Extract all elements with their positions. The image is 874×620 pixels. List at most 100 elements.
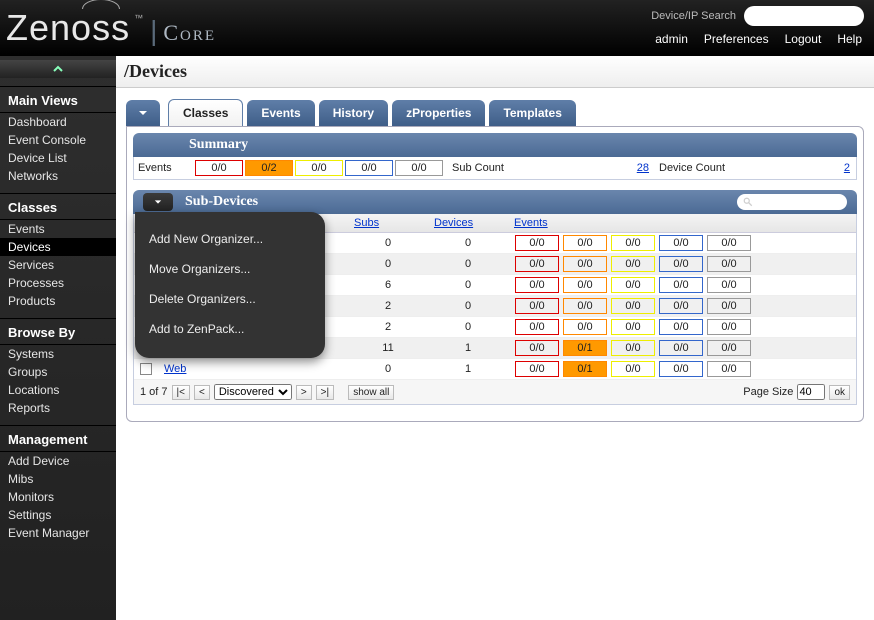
sidebar-item-add-device[interactable]: Add Device — [0, 452, 116, 470]
row-ev-1[interactable]: 0/0 — [563, 277, 607, 293]
pager-prev[interactable]: < — [194, 385, 210, 400]
row-ev-4[interactable]: 0/0 — [707, 298, 751, 314]
sidebar-item-settings[interactable]: Settings — [0, 506, 116, 524]
sidebar-item-networks[interactable]: Networks — [0, 167, 116, 185]
row-ev-4[interactable]: 0/0 — [707, 361, 751, 377]
row-ev-2[interactable]: 0/0 — [611, 319, 655, 335]
pager-select[interactable]: Discovered — [214, 384, 292, 400]
row-ev-1[interactable]: 0/0 — [563, 298, 607, 314]
row-ev-0[interactable]: 0/0 — [515, 277, 559, 293]
row-ev-0[interactable]: 0/0 — [515, 319, 559, 335]
menu-add-to-zenpack[interactable]: Add to ZenPack... — [149, 314, 307, 344]
row-ev-0[interactable]: 0/0 — [515, 298, 559, 314]
subdevices-menu-button[interactable] — [143, 193, 173, 211]
row-subs: 0 — [348, 254, 428, 275]
sidebar-item-device-list[interactable]: Device List — [0, 149, 116, 167]
row-ev-4[interactable]: 0/0 — [707, 319, 751, 335]
row-ev-4[interactable]: 0/0 — [707, 256, 751, 272]
row-ev-2[interactable]: 0/0 — [611, 256, 655, 272]
link-admin[interactable]: admin — [655, 32, 688, 46]
sidebar-item-event-manager[interactable]: Event Manager — [0, 524, 116, 542]
menu-delete-organizers[interactable]: Delete Organizers... — [149, 284, 307, 314]
pager-next[interactable]: > — [296, 385, 312, 400]
tab-classes[interactable]: Classes — [168, 99, 243, 126]
sidebar-item-mibs[interactable]: Mibs — [0, 470, 116, 488]
row-ev-1[interactable]: 0/1 — [563, 340, 607, 356]
col-subs[interactable]: Subs — [348, 214, 428, 233]
row-ev-3[interactable]: 0/0 — [659, 298, 703, 314]
subdevices-search[interactable] — [737, 194, 847, 210]
row-ev-1[interactable]: 0/0 — [563, 256, 607, 272]
pager-ok[interactable]: ok — [829, 385, 850, 400]
sidebar-group-management: Management — [0, 425, 116, 452]
tab-events[interactable]: Events — [247, 100, 314, 126]
summary-ev-debug[interactable]: 0/0 — [395, 160, 443, 176]
logo-part2: ss — [92, 7, 130, 48]
sidebar-item-services[interactable]: Services — [0, 256, 116, 274]
col-devices[interactable]: Devices — [428, 214, 508, 233]
sidebar-collapse-button[interactable] — [0, 60, 116, 78]
pager-last[interactable]: >| — [316, 385, 334, 400]
sidebar-item-systems[interactable]: Systems — [0, 345, 116, 363]
row-ev-1[interactable]: 0/0 — [563, 319, 607, 335]
row-ev-0[interactable]: 0/0 — [515, 235, 559, 251]
summary-events-label: Events — [134, 162, 194, 174]
subdevices-context-menu: Add New Organizer... Move Organizers... … — [135, 212, 325, 358]
summary-ev-error[interactable]: 0/2 — [245, 160, 293, 176]
summary-devicecount-value[interactable]: 2 — [836, 162, 856, 174]
sidebar-item-products[interactable]: Products — [0, 292, 116, 310]
sidebar-item-event-console[interactable]: Event Console — [0, 131, 116, 149]
summary-ev-info[interactable]: 0/0 — [345, 160, 393, 176]
row-ev-3[interactable]: 0/0 — [659, 235, 703, 251]
row-ev-2[interactable]: 0/0 — [611, 277, 655, 293]
table-row: Web010/00/10/00/00/0 — [134, 359, 856, 380]
row-ev-2[interactable]: 0/0 — [611, 298, 655, 314]
pager-show-all[interactable]: show all — [348, 385, 394, 400]
summary-ev-warning[interactable]: 0/0 — [295, 160, 343, 176]
row-ev-4[interactable]: 0/0 — [707, 340, 751, 356]
row-ev-0[interactable]: 0/0 — [515, 256, 559, 272]
search-field[interactable] — [744, 6, 864, 26]
row-ev-2[interactable]: 0/0 — [611, 340, 655, 356]
row-name-link[interactable]: Web — [164, 363, 186, 375]
row-ev-0[interactable]: 0/0 — [515, 340, 559, 356]
row-checkbox[interactable] — [140, 363, 152, 375]
sidebar-item-events[interactable]: Events — [0, 220, 116, 238]
row-ev-3[interactable]: 0/0 — [659, 256, 703, 272]
sidebar-item-processes[interactable]: Processes — [0, 274, 116, 292]
summary-subcount-value[interactable]: 28 — [625, 162, 655, 174]
tab-templates[interactable]: Templates — [489, 100, 575, 126]
tab-menu-button[interactable] — [126, 100, 160, 126]
row-ev-0[interactable]: 0/0 — [515, 361, 559, 377]
row-ev-3[interactable]: 0/0 — [659, 277, 703, 293]
col-events[interactable]: Events — [508, 214, 856, 233]
search-input[interactable] — [756, 10, 874, 22]
sidebar-item-reports[interactable]: Reports — [0, 399, 116, 417]
pager-first[interactable]: |< — [172, 385, 190, 400]
row-ev-4[interactable]: 0/0 — [707, 277, 751, 293]
link-help[interactable]: Help — [837, 32, 862, 46]
row-ev-3[interactable]: 0/0 — [659, 340, 703, 356]
row-ev-1[interactable]: 0/1 — [563, 361, 607, 377]
sidebar-item-devices[interactable]: Devices — [0, 238, 116, 256]
menu-move-organizers[interactable]: Move Organizers... — [149, 254, 307, 284]
link-logout[interactable]: Logout — [785, 32, 822, 46]
row-ev-2[interactable]: 0/0 — [611, 235, 655, 251]
menu-add-new-organizer[interactable]: Add New Organizer... — [149, 224, 307, 254]
logo-part1: Zen — [6, 7, 71, 48]
sidebar-item-monitors[interactable]: Monitors — [0, 488, 116, 506]
row-ev-3[interactable]: 0/0 — [659, 361, 703, 377]
tab-history[interactable]: History — [319, 100, 388, 126]
row-devices: 0 — [428, 233, 508, 254]
tab-zproperties[interactable]: zProperties — [392, 100, 485, 126]
sidebar-item-groups[interactable]: Groups — [0, 363, 116, 381]
row-ev-2[interactable]: 0/0 — [611, 361, 655, 377]
sidebar-item-dashboard[interactable]: Dashboard — [0, 113, 116, 131]
row-ev-4[interactable]: 0/0 — [707, 235, 751, 251]
row-ev-1[interactable]: 0/0 — [563, 235, 607, 251]
pager-size-input[interactable] — [797, 384, 825, 400]
summary-ev-critical[interactable]: 0/0 — [195, 160, 243, 176]
row-ev-3[interactable]: 0/0 — [659, 319, 703, 335]
sidebar-item-locations[interactable]: Locations — [0, 381, 116, 399]
link-preferences[interactable]: Preferences — [704, 32, 769, 46]
